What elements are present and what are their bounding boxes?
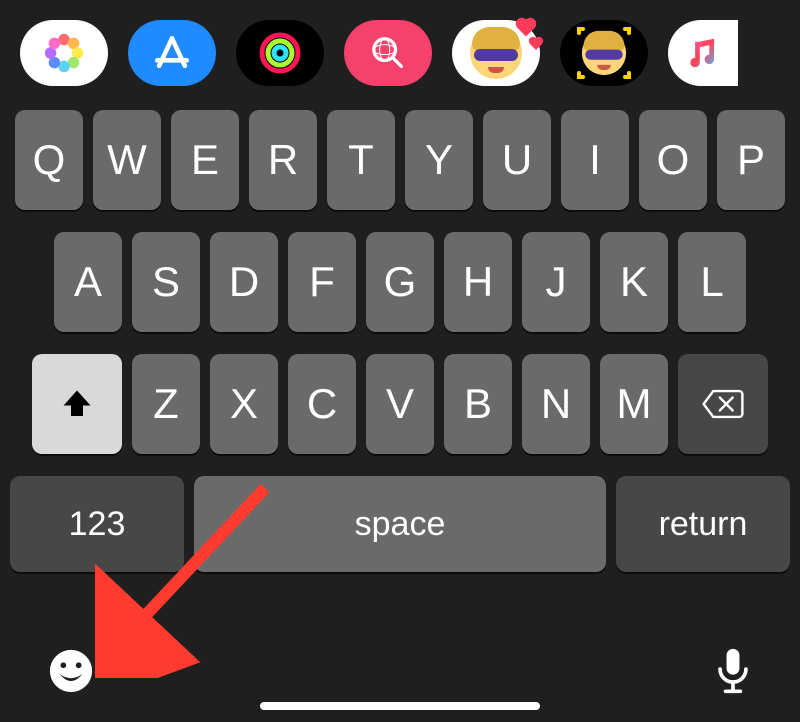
keyboard-row-2: A S D F G H J K L <box>10 232 790 332</box>
key-h[interactable]: H <box>444 232 512 332</box>
keyboard: Q W E R T Y U I O P A S D F G H J K L Z … <box>0 110 800 572</box>
memoji-sticker-1-icon[interactable] <box>452 20 540 86</box>
numbers-key[interactable]: 123 <box>10 476 184 572</box>
key-e[interactable]: E <box>171 110 239 210</box>
key-g[interactable]: G <box>366 232 434 332</box>
key-n[interactable]: N <box>522 354 590 454</box>
app-suggestion-strip <box>0 0 800 110</box>
key-y[interactable]: Y <box>405 110 473 210</box>
key-i[interactable]: I <box>561 110 629 210</box>
keyboard-row-4: 123 space return <box>10 476 790 572</box>
emoji-keyboard-button[interactable] <box>48 648 94 699</box>
key-r[interactable]: R <box>249 110 317 210</box>
key-u[interactable]: U <box>483 110 551 210</box>
key-t[interactable]: T <box>327 110 395 210</box>
key-j[interactable]: J <box>522 232 590 332</box>
key-m[interactable]: M <box>600 354 668 454</box>
music-app-icon[interactable] <box>668 20 738 86</box>
memoji-sticker-2-icon[interactable] <box>560 20 648 86</box>
key-x[interactable]: X <box>210 354 278 454</box>
key-b[interactable]: B <box>444 354 512 454</box>
key-s[interactable]: S <box>132 232 200 332</box>
keyboard-row-3: Z X C V B N M <box>10 354 790 454</box>
key-v[interactable]: V <box>366 354 434 454</box>
keyboard-row-1: Q W E R T Y U I O P <box>10 110 790 210</box>
key-o[interactable]: O <box>639 110 707 210</box>
fitness-app-icon[interactable] <box>236 20 324 86</box>
backspace-key[interactable] <box>678 354 768 454</box>
key-w[interactable]: W <box>93 110 161 210</box>
home-indicator[interactable] <box>260 702 540 710</box>
photos-app-icon[interactable] <box>20 20 108 86</box>
key-k[interactable]: K <box>600 232 668 332</box>
return-key[interactable]: return <box>616 476 790 572</box>
space-key[interactable]: space <box>194 476 606 572</box>
key-l[interactable]: L <box>678 232 746 332</box>
search-app-icon[interactable] <box>344 20 432 86</box>
key-d[interactable]: D <box>210 232 278 332</box>
shift-key[interactable] <box>32 354 122 454</box>
keyboard-bottom-bar <box>0 647 800 700</box>
key-a[interactable]: A <box>54 232 122 332</box>
key-z[interactable]: Z <box>132 354 200 454</box>
dictation-button[interactable] <box>714 647 752 700</box>
key-q[interactable]: Q <box>15 110 83 210</box>
key-c[interactable]: C <box>288 354 356 454</box>
key-f[interactable]: F <box>288 232 356 332</box>
key-p[interactable]: P <box>717 110 785 210</box>
appstore-app-icon[interactable] <box>128 20 216 86</box>
